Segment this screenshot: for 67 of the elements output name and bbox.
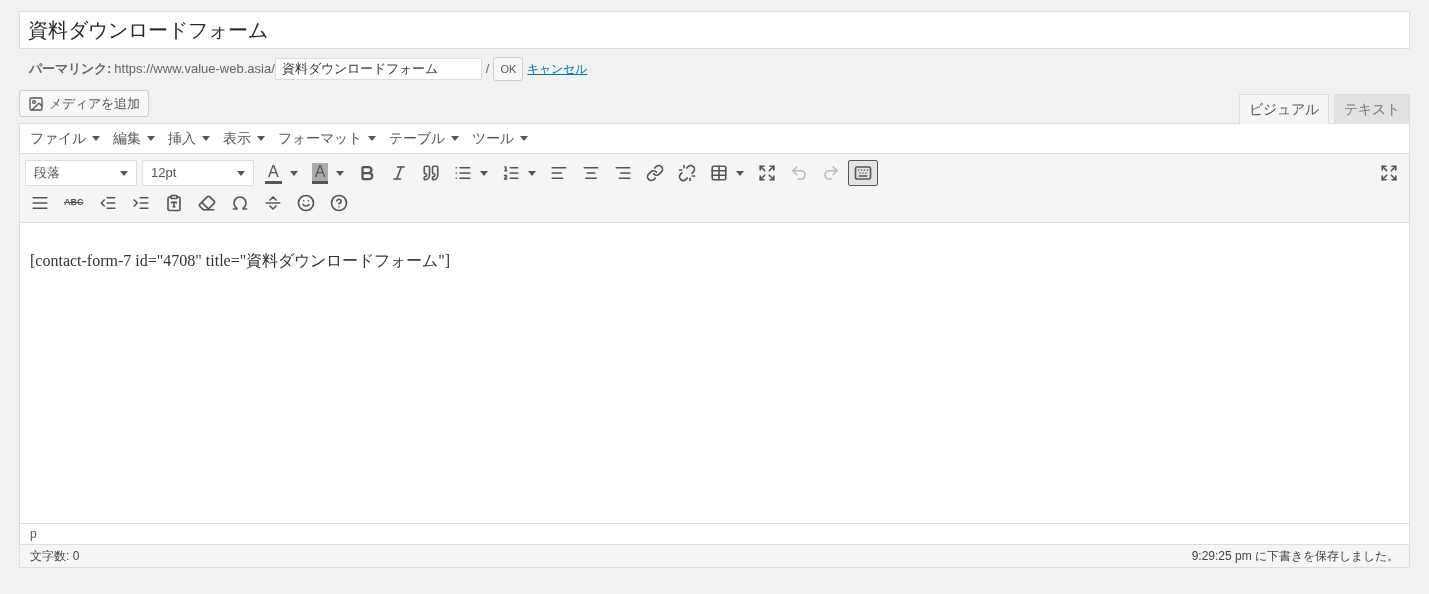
shortcode-text: [contact-form-7 id="4708" title="資料ダウンロードフォーム"] [30, 251, 452, 271]
caret-icon [451, 136, 459, 141]
align-right-icon [614, 164, 633, 182]
menu-item[interactable]: 挿入 [163, 125, 215, 152]
undo-icon [790, 164, 809, 182]
redo-icon [822, 164, 841, 182]
caret-icon [120, 170, 128, 176]
add-media-button[interactable]: メディアを追加 [19, 90, 149, 117]
menu-item[interactable]: ファイル [25, 125, 105, 152]
smiley-icon [296, 194, 315, 212]
caret-icon [257, 136, 265, 141]
editor-tab[interactable]: ビジュアル [1239, 94, 1329, 124]
element-path[interactable]: p [30, 525, 37, 543]
align-left-icon [550, 164, 569, 182]
menu-item[interactable]: 編集 [108, 125, 160, 152]
text-color-button[interactable]: A [259, 160, 304, 186]
permalink-label: パーマリンク: [29, 60, 112, 79]
caret-icon [520, 136, 528, 141]
editor-tab[interactable]: テキスト [1334, 94, 1410, 123]
menu-item[interactable]: 表示 [218, 125, 270, 152]
keyboard-icon [854, 164, 873, 182]
unlink-icon [678, 164, 697, 182]
indent-icon [131, 194, 150, 212]
numbered-list-icon [502, 164, 521, 182]
caret-icon [202, 136, 210, 141]
permalink-url: https://www.value-web.asia/ [114, 60, 275, 79]
justify-icon [31, 194, 49, 212]
slug-field[interactable]: 資料ダウンロードフォーム [274, 58, 482, 80]
caret-icon [368, 136, 376, 141]
caret-icon [528, 170, 537, 176]
bullet-list-icon [454, 164, 473, 182]
media-icon [28, 95, 44, 112]
caret-icon [289, 170, 298, 176]
clipboard-icon [164, 194, 183, 212]
align-center-icon [582, 164, 601, 182]
menu-item[interactable]: フォーマット [273, 125, 381, 152]
toolbar-toggle-button[interactable] [848, 160, 879, 186]
caret-icon [237, 170, 245, 176]
strikethrough-label: ABC [64, 196, 84, 210]
caret-icon [736, 170, 745, 176]
cancel-link[interactable]: キャンセル [527, 60, 588, 78]
word-count: 文字数: 0 [30, 548, 80, 565]
caret-icon [92, 136, 100, 141]
caret-icon [336, 170, 345, 176]
fullscreen-icon [758, 164, 777, 182]
link-icon [646, 164, 665, 182]
outdent-icon [98, 194, 117, 212]
table-icon [710, 164, 729, 182]
text-color-label: A [265, 162, 282, 184]
title-field[interactable]: 資料ダウンロードフォーム [19, 11, 1410, 49]
format-select[interactable]: 12pt [142, 160, 254, 186]
fullscreen-icon [1380, 164, 1398, 182]
menu-item[interactable]: テーブル [384, 125, 464, 152]
menu-item[interactable]: ツール [467, 125, 533, 152]
eraser-icon [197, 194, 216, 212]
caret-icon [147, 136, 155, 141]
strikethrough-button[interactable]: ABC [58, 190, 90, 216]
ok-button[interactable]: OK [493, 57, 524, 81]
format-select[interactable]: 段落 [25, 160, 137, 186]
highlight-color-label: A [311, 162, 329, 184]
omega-icon [230, 194, 249, 212]
caret-icon [480, 170, 489, 176]
quote-icon [422, 164, 441, 182]
draft-saved-text: 9:29:25 pm に下書きを保存しました。 [1191, 548, 1399, 565]
slash-text: / [485, 60, 490, 79]
separator-icon [263, 194, 282, 212]
help-icon [329, 194, 348, 212]
